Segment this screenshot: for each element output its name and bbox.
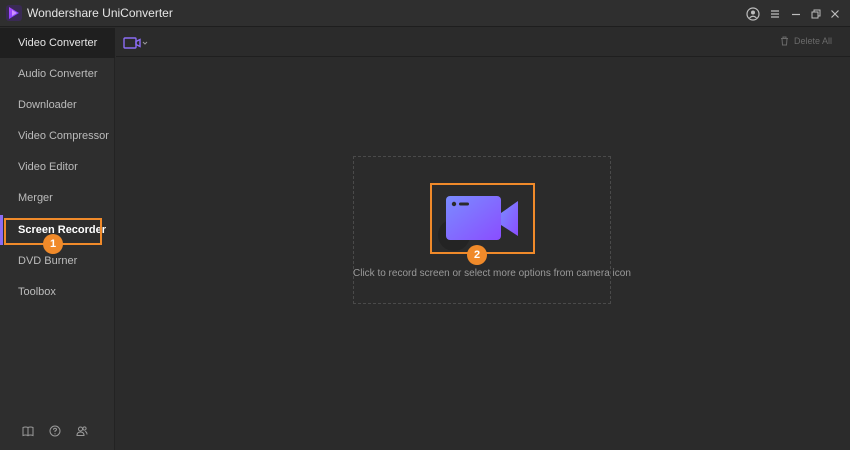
book-icon[interactable] — [22, 425, 34, 437]
sidebar-item-downloader[interactable]: Downloader — [0, 90, 115, 120]
sidebar-item-label: Video Editor — [18, 161, 78, 173]
close-icon[interactable] — [826, 5, 844, 23]
sidebar-item-label: Audio Converter — [18, 68, 98, 80]
delete-all-label: Delete All — [793, 36, 832, 46]
delete-all-button[interactable]: Delete All — [780, 36, 832, 46]
account-icon[interactable] — [744, 5, 762, 23]
app-title: Wondershare UniConverter — [27, 6, 173, 20]
restore-icon[interactable] — [807, 5, 825, 23]
sidebar-item-label: DVD Burner — [18, 255, 78, 267]
minimize-icon[interactable] — [787, 5, 805, 23]
sidebar-item-label: Downloader — [18, 99, 77, 111]
step-badge-1: 1 — [43, 234, 63, 254]
camera-dropdown-icon[interactable] — [123, 35, 151, 51]
sidebar-item-label: Toolbox — [18, 286, 56, 298]
highlight-box-step-2 — [430, 183, 535, 254]
title-bar: Wondershare UniConverter — [0, 0, 850, 27]
sidebar-item-audio-converter[interactable]: Audio Converter — [0, 59, 115, 89]
sidebar-item-video-editor[interactable]: Video Editor — [0, 152, 115, 182]
trash-icon — [780, 36, 788, 46]
step-badge-2: 2 — [467, 245, 487, 265]
sidebar-item-toolbox[interactable]: Toolbox — [0, 277, 115, 307]
sidebar-item-label: Video Compressor — [18, 130, 109, 142]
help-icon[interactable] — [49, 425, 61, 437]
active-indicator — [0, 215, 3, 245]
sidebar-item-label: Video Converter — [18, 37, 98, 49]
sidebar-item-label: Merger — [18, 192, 53, 204]
sidebar-item-merger[interactable]: Merger — [0, 183, 115, 213]
app-logo-icon — [6, 5, 22, 21]
sidebar-item-video-compressor[interactable]: Video Compressor — [0, 121, 115, 151]
sidebar-item-video-converter[interactable]: Video Converter — [0, 28, 115, 58]
record-hint-text: Click to record screen or select more op… — [353, 268, 631, 279]
users-icon[interactable] — [76, 425, 88, 437]
toolbar: Delete All — [116, 28, 850, 57]
hamburger-icon[interactable] — [766, 5, 784, 23]
